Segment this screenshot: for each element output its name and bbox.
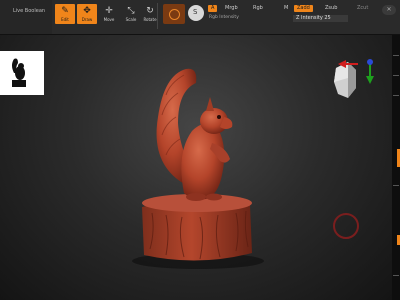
zsub-button[interactable]: Zsub bbox=[322, 5, 340, 12]
shelf-tick bbox=[393, 185, 399, 186]
a-mode-button[interactable]: A bbox=[208, 5, 218, 12]
draw-button[interactable]: ✥ Draw bbox=[77, 4, 97, 24]
close-icon[interactable]: ✕ bbox=[382, 5, 396, 15]
z-intensity-slider[interactable]: Z Intensity 25 bbox=[293, 15, 348, 22]
mrgb-button[interactable]: Mrgb bbox=[222, 5, 241, 12]
shelf-tick bbox=[393, 55, 399, 56]
m-button[interactable]: M bbox=[281, 5, 291, 12]
rotate-icon: ↻ bbox=[146, 5, 154, 16]
ring-icon bbox=[168, 8, 180, 20]
scale-label: Scale bbox=[125, 16, 137, 22]
edit-label: Edit bbox=[61, 16, 69, 22]
zcut-button[interactable]: Zcut bbox=[354, 5, 371, 12]
live-boolean-toggle[interactable]: Live Boolean bbox=[13, 8, 45, 14]
toolbar-divider bbox=[157, 3, 158, 29]
head-gizmo-icon bbox=[334, 59, 374, 98]
navigation-gizmo[interactable] bbox=[324, 52, 376, 112]
move-label: Move bbox=[103, 16, 115, 22]
shelf-tick bbox=[393, 275, 399, 276]
material-ring-button[interactable] bbox=[163, 4, 185, 24]
move-icon: ✛ bbox=[105, 5, 113, 16]
sphere-button[interactable]: S bbox=[188, 5, 204, 21]
rotate-label: Rotate bbox=[143, 16, 157, 22]
move-button[interactable]: ✛ Move bbox=[99, 4, 119, 24]
stroke-cursor-indicator bbox=[333, 213, 359, 239]
draw-icon: ✥ bbox=[83, 5, 91, 16]
rgb-button[interactable]: Rgb bbox=[250, 5, 266, 12]
top-toolbar: Live Boolean ✎ Edit ✥ Draw ✛ Move ⤡ Scal… bbox=[0, 0, 400, 35]
scale-button[interactable]: ⤡ Scale bbox=[121, 4, 141, 24]
spiral-icon: S bbox=[193, 8, 198, 16]
squirrel-thumbnail-icon bbox=[12, 58, 26, 87]
lightbox-area bbox=[0, 0, 52, 34]
edit-icon: ✎ bbox=[61, 5, 69, 16]
zadd-button[interactable]: Zadd bbox=[294, 5, 313, 12]
shelf-tick bbox=[393, 75, 399, 76]
rotate-button[interactable]: ↻ Rotate bbox=[143, 4, 157, 24]
edit-button[interactable]: ✎ Edit bbox=[55, 4, 75, 24]
scale-icon: ⤡ bbox=[127, 5, 135, 16]
draw-label: Draw bbox=[81, 16, 93, 22]
right-shelf-scrollbar[interactable] bbox=[392, 35, 400, 300]
tool-thumbnail[interactable] bbox=[0, 51, 44, 95]
shelf-tick bbox=[393, 95, 399, 96]
rgb-intensity-slider[interactable]: Rgb Intensity bbox=[209, 15, 239, 21]
